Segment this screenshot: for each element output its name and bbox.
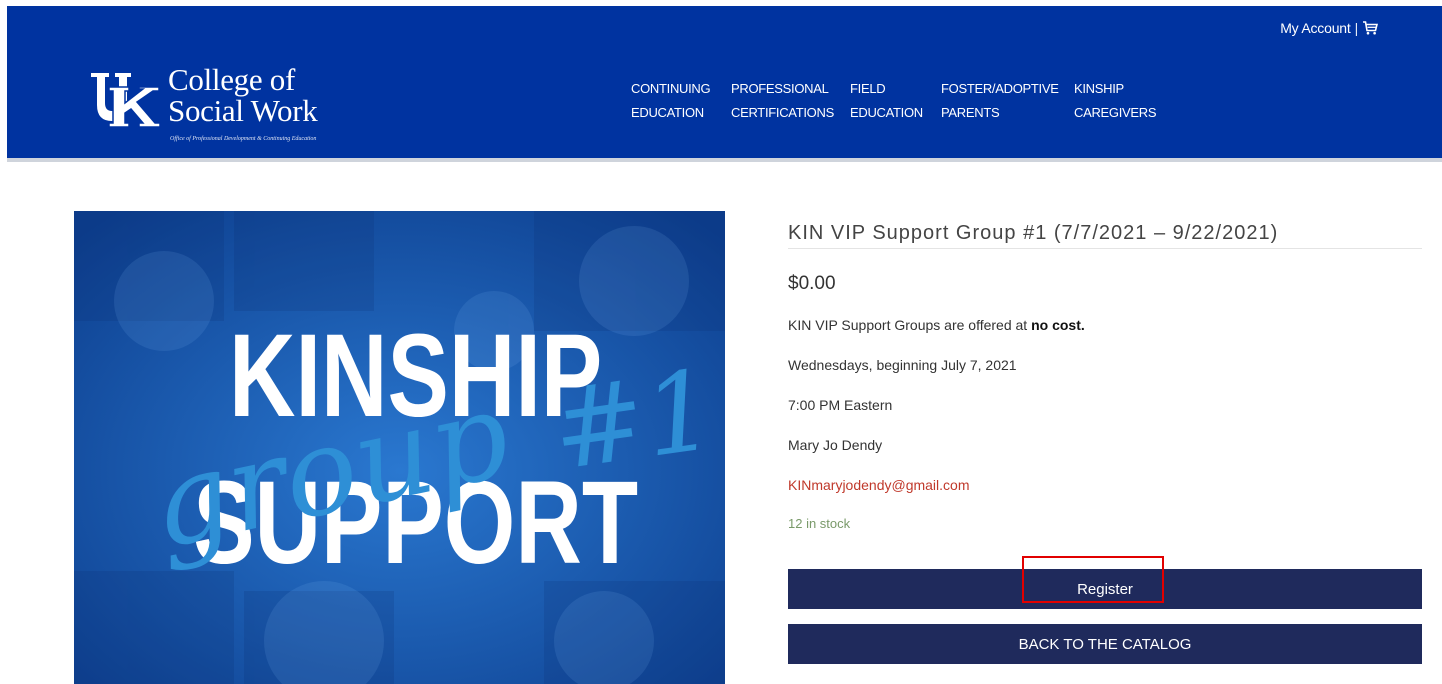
nav-label: EDUCATION bbox=[631, 105, 704, 120]
logo-subtitle: Office of Professional Development & Con… bbox=[170, 136, 317, 142]
back-to-catalog-button[interactable]: BACK TO THE CATALOG bbox=[788, 624, 1422, 664]
nav-label: FIELD bbox=[850, 81, 886, 96]
cart-icon[interactable] bbox=[1362, 21, 1378, 35]
product-image: KINSHIP SUPPORT group #1 bbox=[74, 211, 725, 684]
account-menu[interactable]: My Account | bbox=[1280, 20, 1378, 36]
product-title: KIN VIP Support Group #1 (7/7/2021 – 9/2… bbox=[788, 222, 1279, 244]
account-separator: | bbox=[1354, 20, 1359, 36]
nav-label: PROFESSIONAL bbox=[731, 81, 829, 96]
logo-title: College of Social Work bbox=[168, 62, 318, 128]
nav-label: PARENTS bbox=[941, 105, 1000, 120]
time-text: 7:00 PM Eastern bbox=[788, 397, 893, 413]
nav-label: CONTINUING bbox=[631, 81, 711, 96]
cost-emphasis: no cost. bbox=[1031, 317, 1085, 333]
site-header: My Account | College of Social Work Offi… bbox=[7, 6, 1442, 162]
hero-number: #1 bbox=[545, 345, 723, 494]
main-nav: CONTINUING EDUCATION PROFESSIONAL CERTIF… bbox=[631, 77, 1174, 125]
facilitator-email-link[interactable]: KINmaryjodendy@gmail.com bbox=[788, 477, 970, 493]
nav-continuing-education[interactable]: CONTINUING EDUCATION bbox=[631, 77, 731, 125]
cost-description: KIN VIP Support Groups are offered at no… bbox=[788, 317, 1085, 333]
uk-logo-icon bbox=[91, 73, 161, 128]
product-price: $0.00 bbox=[788, 273, 836, 294]
nav-field-education[interactable]: FIELD EDUCATION bbox=[850, 77, 941, 125]
nav-label: CERTIFICATIONS bbox=[731, 105, 834, 120]
logo-title-line2: Social Work bbox=[168, 93, 318, 128]
kinship-support-graphic: KINSHIP SUPPORT group #1 bbox=[74, 211, 725, 684]
nav-professional-certifications[interactable]: PROFESSIONAL CERTIFICATIONS bbox=[731, 77, 850, 125]
nav-kinship-caregivers[interactable]: KINSHIP CAREGIVERS bbox=[1074, 77, 1174, 125]
stock-status: 12 in stock bbox=[788, 516, 851, 531]
facilitator-name: Mary Jo Dendy bbox=[788, 437, 883, 453]
cost-text: KIN VIP Support Groups are offered at bbox=[788, 317, 1032, 333]
title-divider bbox=[788, 248, 1422, 249]
nav-label: CAREGIVERS bbox=[1074, 105, 1157, 120]
site-logo[interactable]: College of Social Work Office of Profess… bbox=[89, 64, 369, 154]
nav-label: EDUCATION bbox=[850, 105, 923, 120]
schedule-text: Wednesdays, beginning July 7, 2021 bbox=[788, 357, 1017, 373]
logo-title-line1: College of bbox=[168, 62, 295, 97]
nav-foster-adoptive-parents[interactable]: FOSTER/ADOPTIVE PARENTS bbox=[941, 77, 1074, 125]
register-button[interactable]: Register bbox=[788, 569, 1422, 609]
nav-label: KINSHIP bbox=[1074, 81, 1124, 96]
my-account-link[interactable]: My Account bbox=[1280, 20, 1351, 36]
nav-label: FOSTER/ADOPTIVE bbox=[941, 81, 1059, 96]
